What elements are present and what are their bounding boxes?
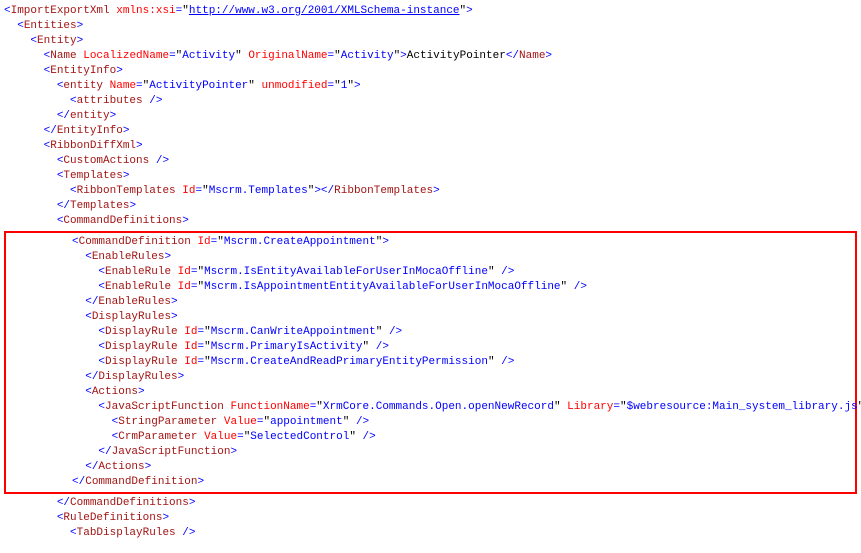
code-line: <ImportExportXml xmlns:xsi="http://www.w… <box>4 4 857 19</box>
code-line: <CommandDefinitions> <box>4 214 857 229</box>
code-line: </DisplayRules> <box>6 370 855 385</box>
code-line: <DisplayRules> <box>6 310 855 325</box>
code-line: <entity Name="ActivityPointer" unmodifie… <box>4 79 857 94</box>
code-line: <DisplayRule Id="Mscrm.CreateAndReadPrim… <box>6 355 855 370</box>
code-line: </JavaScriptFunction> <box>6 445 855 460</box>
code-line: <StringParameter Value="appointment" /> <box>6 415 855 430</box>
code-line: </CommandDefinitions> <box>4 496 857 511</box>
code-line: </Templates> <box>4 199 857 214</box>
code-line: <JavaScriptFunction FunctionName="XrmCor… <box>6 400 855 415</box>
code-line: <Entities> <box>4 19 857 34</box>
code-line: <CustomActions /> <box>4 154 857 169</box>
code-line: <Entity> <box>4 34 857 49</box>
code-line: <Name LocalizedName="Activity" OriginalN… <box>4 49 857 64</box>
code-line: <DisplayRule Id="Mscrm.CanWriteAppointme… <box>6 325 855 340</box>
code-line: <Templates> <box>4 169 857 184</box>
xsi-namespace-link[interactable]: http://www.w3.org/2001/XMLSchema-instanc… <box>189 5 460 17</box>
xml-code-block: <ImportExportXml xmlns:xsi="http://www.w… <box>4 4 857 541</box>
code-line: <CommandDefinition Id="Mscrm.CreateAppoi… <box>6 235 855 250</box>
code-line: <RibbonDiffXml> <box>4 139 857 154</box>
code-line: <EntityInfo> <box>4 64 857 79</box>
code-line: <RuleDefinitions> <box>4 511 857 526</box>
code-line: <DisplayRule Id="Mscrm.PrimaryIsActivity… <box>6 340 855 355</box>
code-line: <Actions> <box>6 385 855 400</box>
code-line: <EnableRule Id="Mscrm.IsEntityAvailableF… <box>6 265 855 280</box>
code-line: <attributes /> <box>4 94 857 109</box>
code-line: <EnableRules> <box>6 250 855 265</box>
code-line: </CommandDefinition> <box>6 475 855 490</box>
code-line: <TabDisplayRules /> <box>4 526 857 541</box>
code-line: </EnableRules> <box>6 295 855 310</box>
code-line: </entity> <box>4 109 857 124</box>
highlighted-block: <CommandDefinition Id="Mscrm.CreateAppoi… <box>4 231 857 494</box>
code-line: <CrmParameter Value="SelectedControl" /> <box>6 430 855 445</box>
code-line: </Actions> <box>6 460 855 475</box>
code-line: </EntityInfo> <box>4 124 857 139</box>
code-line: <RibbonTemplates Id="Mscrm.Templates"></… <box>4 184 857 199</box>
code-line: <EnableRule Id="Mscrm.IsAppointmentEntit… <box>6 280 855 295</box>
